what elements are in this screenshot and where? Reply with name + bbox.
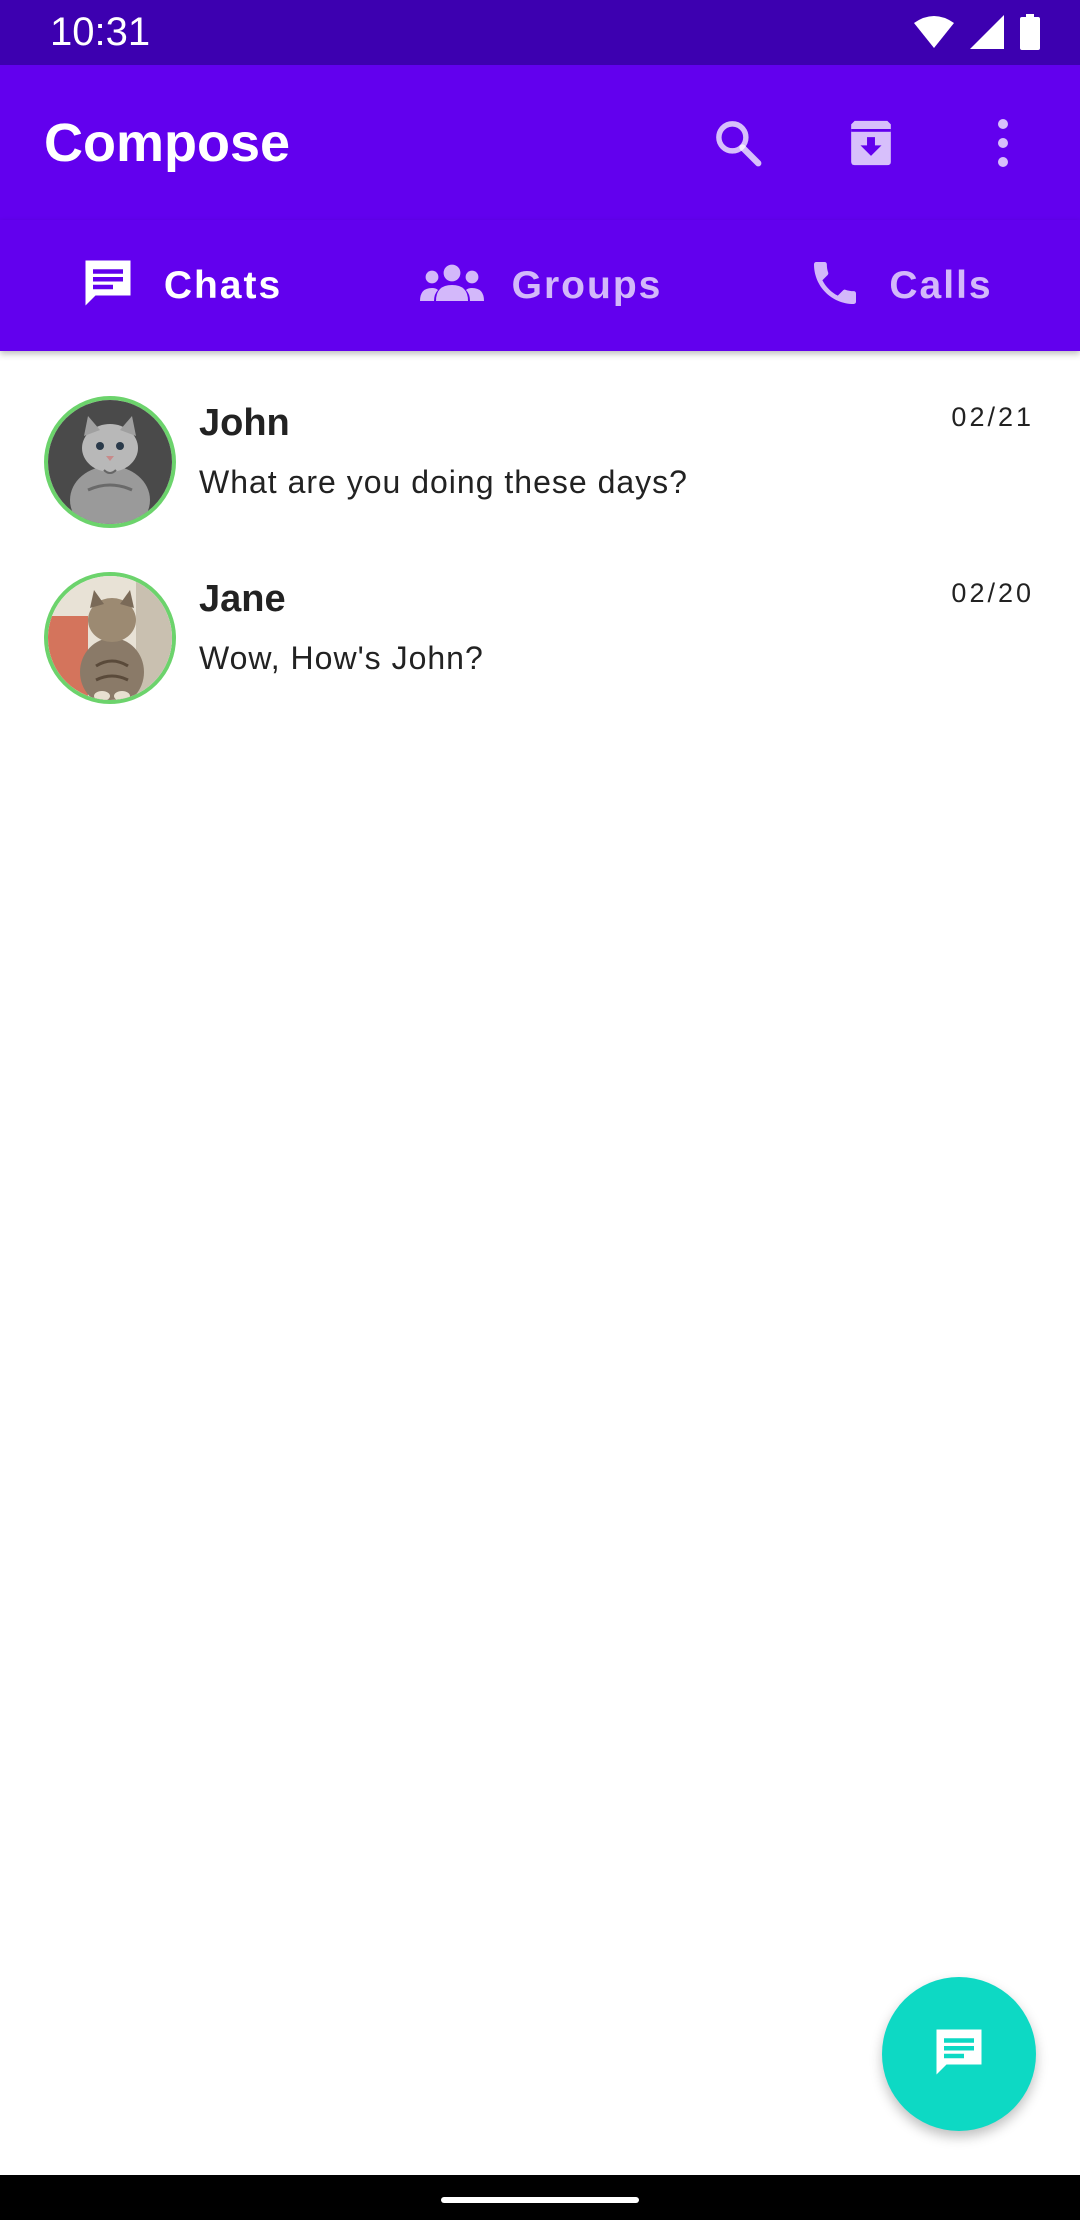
chat-date: 02/21: [951, 402, 1034, 432]
tab-groups[interactable]: Groups: [360, 220, 720, 351]
battery-icon: [1020, 14, 1040, 55]
archive-button[interactable]: [836, 110, 906, 180]
phone-icon: [807, 255, 863, 316]
tab-chats[interactable]: Chats: [0, 220, 360, 351]
chat-date: 02/20: [951, 578, 1034, 608]
kitten-photo: [48, 400, 172, 524]
chat-name: Jane: [199, 578, 286, 620]
chat-name: John: [199, 402, 290, 444]
wifi-icon: [914, 15, 954, 54]
status-icons: [914, 14, 1040, 55]
tab-label: Groups: [511, 263, 663, 307]
tab-label: Calls: [889, 263, 993, 307]
chat-row-john[interactable]: John What are you doing these days? 02/2…: [0, 351, 1080, 528]
tab-calls[interactable]: Calls: [720, 220, 1080, 351]
archive-icon: [843, 115, 899, 176]
navigation-bar: [0, 2175, 1080, 2220]
chat-message: Wow, How's John?: [199, 640, 484, 676]
avatar[interactable]: [44, 396, 176, 528]
chat-list: John What are you doing these days? 02/2…: [0, 351, 1080, 704]
more-options-button[interactable]: [968, 110, 1038, 180]
app-bar: Compose: [0, 65, 1080, 220]
search-icon: [711, 116, 765, 175]
screen: 10:31 Compose Chats Groups Calls John Wh…: [0, 0, 1080, 2220]
chat-icon: [78, 253, 138, 318]
tab-bar: Chats Groups Calls: [0, 220, 1080, 571]
status-bar: 10:31: [0, 0, 1080, 65]
more-vert-icon: [993, 116, 1013, 175]
signal-icon: [970, 15, 1004, 54]
home-gesture-handle[interactable]: [441, 2197, 639, 2203]
app-title: Compose: [44, 113, 291, 173]
status-time: 10:31: [50, 10, 151, 54]
avatar[interactable]: [44, 572, 176, 704]
message-icon: [929, 2022, 989, 2087]
search-button[interactable]: [703, 110, 773, 180]
tab-label: Chats: [163, 263, 283, 307]
new-message-fab[interactable]: [882, 1977, 1036, 2131]
chat-message: What are you doing these days?: [199, 464, 688, 500]
chat-row-jane[interactable]: Jane Wow, How's John? 02/20: [0, 527, 1080, 704]
groups-icon: [418, 263, 486, 308]
kitten-photo: [48, 576, 172, 700]
